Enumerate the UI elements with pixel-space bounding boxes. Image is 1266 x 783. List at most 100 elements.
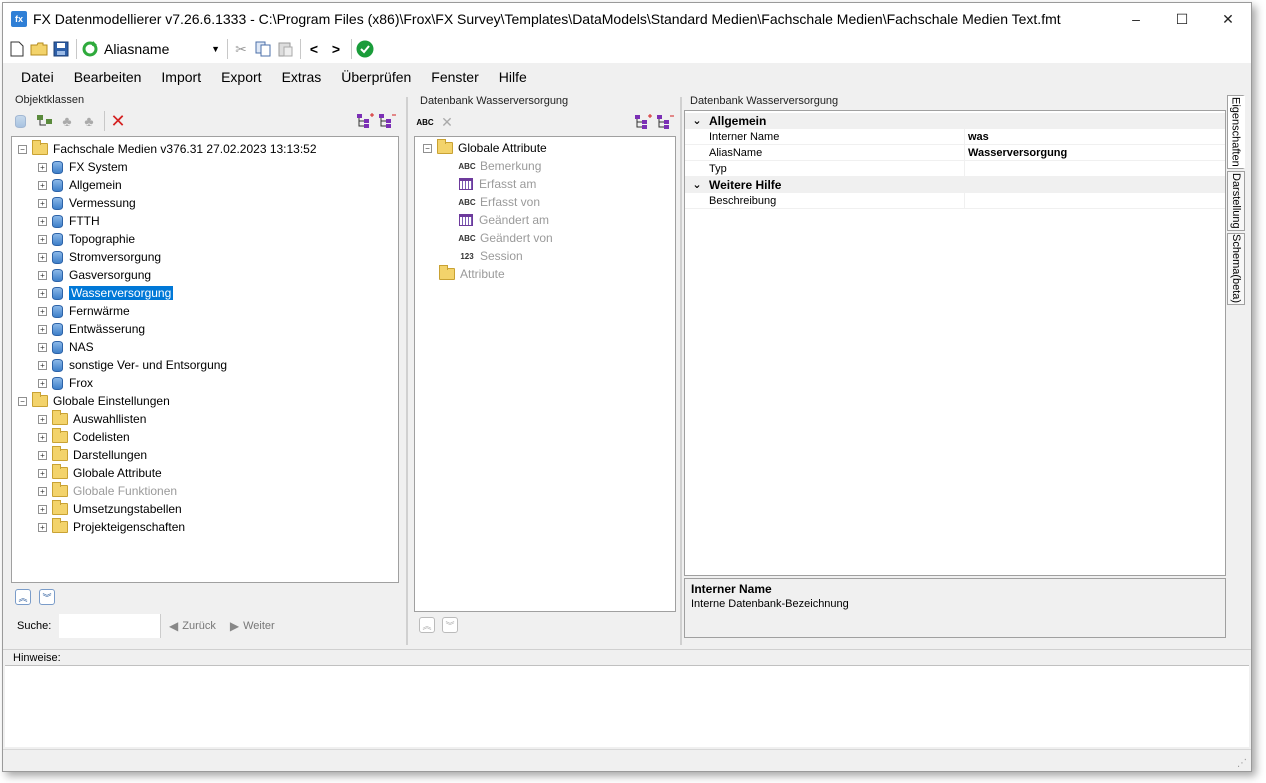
tree-item[interactable]: + Auswahllisten bbox=[38, 410, 146, 428]
property-row[interactable]: Interner Name was bbox=[685, 129, 1225, 145]
menu-export[interactable]: Export bbox=[211, 64, 271, 90]
tree-folder-attribute[interactable]: Attribute bbox=[439, 265, 505, 283]
menu-bearbeiten[interactable]: Bearbeiten bbox=[64, 64, 152, 90]
collapse-all-icon[interactable] bbox=[377, 111, 397, 131]
menu-extras[interactable]: Extras bbox=[272, 64, 332, 90]
expand-icon[interactable]: + bbox=[38, 162, 47, 172]
attribute-item[interactable]: Geändert am bbox=[459, 211, 549, 229]
collapse-icon[interactable]: − bbox=[18, 396, 27, 406]
open-folder-icon[interactable] bbox=[29, 39, 49, 59]
expand-icon[interactable]: + bbox=[38, 252, 47, 262]
paste-icon[interactable] bbox=[275, 39, 295, 59]
property-category-allgemein[interactable]: ⌄ Allgemein bbox=[685, 113, 1225, 129]
collapse-icon[interactable]: − bbox=[423, 143, 432, 153]
maximize-button[interactable]: ☐ bbox=[1159, 3, 1205, 35]
tree-item[interactable]: + Darstellungen bbox=[38, 446, 147, 464]
scroll-up-icon[interactable]: ︽ bbox=[419, 617, 435, 633]
copy-icon[interactable] bbox=[253, 39, 273, 59]
expand-all-icon[interactable] bbox=[633, 112, 653, 132]
expand-icon[interactable]: + bbox=[38, 216, 47, 226]
expand-icon[interactable]: + bbox=[38, 270, 47, 280]
tree-item[interactable]: + Globale Attribute bbox=[38, 464, 162, 482]
scroll-up-icon[interactable]: ︽ bbox=[15, 589, 31, 605]
property-row[interactable]: Beschreibung bbox=[685, 193, 1225, 209]
forward-button[interactable]: Weiter bbox=[243, 620, 275, 632]
menu-datei[interactable]: Datei bbox=[11, 64, 64, 90]
menu-hilfe[interactable]: Hilfe bbox=[489, 64, 537, 90]
search-input[interactable] bbox=[59, 614, 161, 638]
expand-icon[interactable]: + bbox=[38, 450, 47, 460]
tree-item[interactable]: + Codelisten bbox=[38, 428, 130, 446]
expand-icon[interactable]: + bbox=[38, 198, 47, 208]
tree-item[interactable]: + Wasserversorgung bbox=[38, 284, 174, 302]
alias-dropdown[interactable]: Aliasname ▼ bbox=[102, 38, 224, 60]
attribute-item[interactable]: 123 Session bbox=[459, 247, 522, 265]
expand-icon[interactable]: + bbox=[38, 414, 47, 424]
expand-icon[interactable]: + bbox=[38, 342, 47, 352]
delete-icon[interactable]: ✕ bbox=[437, 112, 457, 132]
text-attribute-icon[interactable]: ABC bbox=[415, 112, 435, 132]
splitter[interactable] bbox=[406, 97, 408, 645]
close-button[interactable]: ✕ bbox=[1205, 3, 1251, 35]
property-value[interactable]: Wasserversorgung bbox=[965, 147, 1067, 159]
expand-icon[interactable]: + bbox=[38, 468, 47, 478]
expand-icon[interactable]: + bbox=[38, 234, 47, 244]
scroll-down-icon[interactable]: ︾ bbox=[39, 589, 55, 605]
expand-icon[interactable]: + bbox=[38, 306, 47, 316]
property-value[interactable]: was bbox=[965, 131, 989, 143]
property-row[interactable]: Typ bbox=[685, 161, 1225, 177]
tree-root-fachschale[interactable]: − Fachschale Medien v376.31 27.02.2023 1… bbox=[18, 140, 317, 158]
cut-icon[interactable]: ✂ bbox=[231, 39, 251, 59]
tree-item[interactable]: + Frox bbox=[38, 374, 93, 392]
attribute-item[interactable]: ABC Erfasst von bbox=[458, 193, 540, 211]
tree-item[interactable]: + Globale Funktionen bbox=[38, 482, 177, 500]
expand-icon[interactable]: + bbox=[38, 504, 47, 514]
database-icon[interactable] bbox=[13, 111, 33, 131]
expand-icon[interactable]: + bbox=[38, 288, 47, 298]
forward-arrow-icon[interactable]: > bbox=[326, 39, 346, 59]
expand-icon[interactable]: + bbox=[38, 522, 47, 532]
expand-icon[interactable]: + bbox=[38, 324, 47, 334]
tab-schema-beta[interactable]: Schema(beta) bbox=[1227, 233, 1245, 305]
attribute-item[interactable]: ABC Bemerkung bbox=[458, 157, 541, 175]
tree-item[interactable]: + NAS bbox=[38, 338, 94, 356]
group-icon[interactable]: ♣ bbox=[57, 111, 77, 131]
new-file-icon[interactable] bbox=[7, 39, 27, 59]
collapse-icon[interactable]: − bbox=[18, 144, 27, 154]
tab-eigenschaften[interactable]: Eigenschaften bbox=[1227, 95, 1245, 169]
splitter[interactable] bbox=[680, 97, 682, 645]
expand-icon[interactable]: + bbox=[38, 180, 47, 190]
check-icon[interactable] bbox=[355, 39, 375, 59]
expand-icon[interactable]: + bbox=[38, 378, 47, 388]
tree-item[interactable]: + FTTH bbox=[38, 212, 100, 230]
group-remove-icon[interactable]: ♣ bbox=[79, 111, 99, 131]
tree-item[interactable]: + Projekteigenschaften bbox=[38, 518, 185, 536]
expand-icon[interactable]: + bbox=[38, 360, 47, 370]
refresh-icon[interactable] bbox=[80, 39, 100, 59]
menu-import[interactable]: Import bbox=[151, 64, 211, 90]
property-category-weitere-hilfe[interactable]: ⌄ Weitere Hilfe bbox=[685, 177, 1225, 193]
menu-fenster[interactable]: Fenster bbox=[421, 64, 488, 90]
expand-all-icon[interactable] bbox=[355, 111, 375, 131]
tree-item[interactable]: + Topographie bbox=[38, 230, 135, 248]
add-class-icon[interactable] bbox=[35, 111, 55, 131]
tab-darstellung[interactable]: Darstellung bbox=[1227, 171, 1245, 231]
expand-icon[interactable]: + bbox=[38, 432, 47, 442]
tree-item[interactable]: + sonstige Ver- und Entsorgung bbox=[38, 356, 227, 374]
tree-item[interactable]: + FX System bbox=[38, 158, 128, 176]
tree-group-globale-attribute[interactable]: − Globale Attribute bbox=[423, 139, 547, 157]
delete-icon[interactable]: ✕ bbox=[108, 111, 128, 131]
expand-icon[interactable]: + bbox=[38, 486, 47, 496]
tree-item[interactable]: + Stromversorgung bbox=[38, 248, 161, 266]
tree-item[interactable]: + Gasversorgung bbox=[38, 266, 151, 284]
attribute-item[interactable]: Erfasst am bbox=[459, 175, 536, 193]
property-row[interactable]: AliasName Wasserversorgung bbox=[685, 145, 1225, 161]
tree-item[interactable]: + Vermessung bbox=[38, 194, 136, 212]
scroll-down-icon[interactable]: ︾ bbox=[442, 617, 458, 633]
tree-item[interactable]: + Fernwärme bbox=[38, 302, 130, 320]
tree-item[interactable]: + Entwässerung bbox=[38, 320, 145, 338]
back-arrow-icon[interactable]: < bbox=[304, 39, 324, 59]
resize-grip-icon[interactable]: ⋰ bbox=[1237, 758, 1247, 769]
back-button[interactable]: Zurück bbox=[182, 620, 216, 632]
minimize-button[interactable]: – bbox=[1113, 3, 1159, 35]
